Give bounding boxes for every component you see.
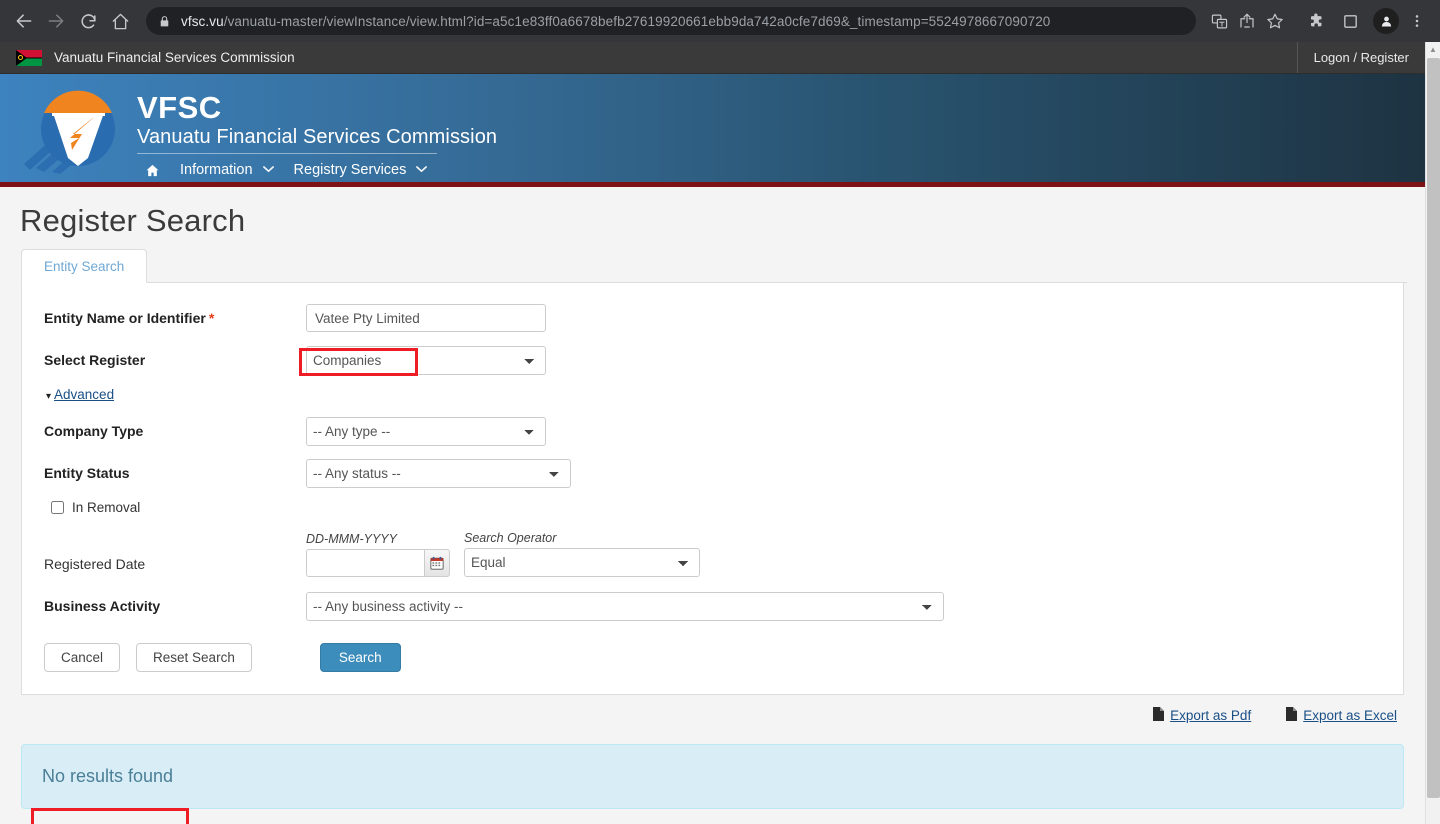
lock-icon bbox=[158, 15, 171, 28]
export-as-pdf-label: Export as Pdf bbox=[1170, 708, 1252, 723]
site-utility-bar: Vanuatu Financial Services Commission Lo… bbox=[0, 42, 1425, 74]
field-row-in-removal: In Removal bbox=[46, 500, 1381, 515]
select-register-label: Select Register bbox=[44, 352, 146, 368]
main-content: Register Search Entity Search Entity Nam… bbox=[0, 203, 1425, 809]
advanced-toggle[interactable]: ▾ Advanced bbox=[46, 387, 1381, 402]
url-path: /vanuatu-master/viewInstance/view.html?i… bbox=[223, 13, 1051, 29]
nav-registry-services[interactable]: Registry Services bbox=[286, 159, 436, 181]
vfsc-logo-icon[interactable] bbox=[22, 86, 127, 178]
field-row-business-activity: Business Activity -- Any business activi… bbox=[44, 591, 1381, 621]
field-row-entity-status: Entity Status -- Any status -- bbox=[44, 458, 1381, 488]
registered-date-input[interactable] bbox=[306, 549, 424, 577]
search-operator-dropdown[interactable]: Equal bbox=[464, 548, 700, 577]
nav-information[interactable]: Information bbox=[172, 159, 282, 181]
site-name: Vanuatu Financial Services Commission bbox=[54, 50, 295, 65]
entity-name-label-text: Entity Name or Identifier bbox=[44, 310, 206, 326]
entity-status-label: Entity Status bbox=[44, 465, 130, 481]
business-activity-dropdown[interactable]: -- Any business activity -- bbox=[306, 591, 944, 621]
address-bar[interactable]: vfsc.vu/vanuatu-master/viewInstance/view… bbox=[146, 7, 1196, 35]
export-as-excel-label: Export as Excel bbox=[1303, 708, 1397, 723]
export-as-excel-link[interactable]: Export as Excel bbox=[1285, 707, 1397, 724]
page-body: Vanuatu Financial Services Commission Lo… bbox=[0, 42, 1425, 824]
chevron-down-icon bbox=[262, 164, 274, 176]
registered-date-label: Registered Date bbox=[44, 556, 146, 572]
select-register-dropdown[interactable]: Companies bbox=[306, 345, 546, 375]
business-activity-label: Business Activity bbox=[44, 598, 161, 614]
caret-down-icon: ▾ bbox=[46, 391, 52, 402]
nav-home[interactable] bbox=[137, 160, 168, 181]
required-asterisk: * bbox=[208, 310, 215, 326]
cancel-button[interactable]: Cancel bbox=[44, 643, 121, 672]
entity-name-input[interactable] bbox=[306, 304, 546, 332]
advanced-link[interactable]: Advanced bbox=[54, 387, 114, 402]
field-row-select-register: Select Register Companies bbox=[44, 345, 1381, 375]
tab-bar: Entity Search bbox=[21, 249, 1407, 283]
site-identity: Vanuatu Financial Services Commission bbox=[0, 42, 1297, 73]
calendar-icon[interactable] bbox=[424, 549, 450, 577]
page-viewport: Vanuatu Financial Services Commission Lo… bbox=[0, 42, 1440, 824]
entity-status-dropdown[interactable]: -- Any status -- bbox=[306, 458, 571, 488]
document-icon bbox=[1152, 707, 1165, 724]
browser-toolbar: vfsc.vu/vanuatu-master/viewInstance/view… bbox=[0, 0, 1440, 42]
brand-block: VFSC Vanuatu Financial Services Commissi… bbox=[137, 86, 497, 181]
field-row-registered-date: Registered Date DD-MMM-YYYY Search Opera… bbox=[44, 531, 1381, 577]
company-type-dropdown[interactable]: -- Any type -- bbox=[306, 416, 546, 446]
three-dot-menu-icon[interactable] bbox=[1402, 6, 1432, 36]
site-banner: VFSC Vanuatu Financial Services Commissi… bbox=[0, 74, 1425, 187]
entity-name-label: Entity Name or Identifier * bbox=[44, 310, 306, 326]
field-row-company-type: Company Type -- Any type -- bbox=[44, 416, 1381, 446]
search-operator-block: Search Operator Equal bbox=[464, 531, 700, 577]
puzzle-piece-icon[interactable] bbox=[1302, 6, 1332, 36]
share-icon[interactable] bbox=[1234, 8, 1260, 34]
star-icon[interactable] bbox=[1262, 8, 1288, 34]
nav-registry-services-label: Registry Services bbox=[293, 162, 407, 178]
page-scrollbar[interactable]: ▲ bbox=[1425, 42, 1440, 824]
field-row-entity-name: Entity Name or Identifier * bbox=[44, 303, 1381, 333]
no-results-message: No results found bbox=[42, 766, 174, 786]
home-icon[interactable] bbox=[104, 5, 136, 37]
in-removal-label[interactable]: In Removal bbox=[72, 500, 140, 515]
brand-subtitle: Vanuatu Financial Services Commission bbox=[137, 126, 498, 148]
address-bar-url: vfsc.vu/vanuatu-master/viewInstance/view… bbox=[181, 14, 1050, 29]
search-form-panel: Entity Name or Identifier* Select Regist… bbox=[21, 283, 1404, 695]
no-results-banner: No results found bbox=[21, 744, 1404, 809]
nav-information-label: Information bbox=[180, 162, 253, 178]
form-actions: Cancel Reset Search Search bbox=[44, 643, 1381, 672]
page-title: Register Search bbox=[20, 203, 246, 238]
scrollbar-thumb[interactable] bbox=[1427, 58, 1440, 798]
search-operator-caption: Search Operator bbox=[464, 531, 557, 545]
logon-register-link[interactable]: Logon / Register bbox=[1296, 42, 1425, 73]
side-panel-icon[interactable] bbox=[1335, 6, 1365, 36]
scroll-up-arrow[interactable]: ▲ bbox=[1426, 42, 1440, 56]
export-as-pdf-link[interactable]: Export as Pdf bbox=[1152, 707, 1251, 724]
translate-icon[interactable] bbox=[1206, 8, 1232, 34]
vanuatu-flag-icon bbox=[16, 49, 42, 66]
company-type-label: Company Type bbox=[44, 423, 144, 439]
url-host: vfsc.vu bbox=[181, 13, 224, 29]
back-icon[interactable] bbox=[8, 5, 40, 37]
reset-search-button[interactable]: Reset Search bbox=[136, 643, 252, 672]
in-removal-checkbox[interactable] bbox=[51, 501, 64, 514]
user-avatar-icon[interactable] bbox=[1373, 8, 1399, 34]
brand-title: VFSC bbox=[137, 90, 222, 125]
main-navigation: Information Registry Services bbox=[137, 159, 497, 181]
forward-icon[interactable] bbox=[40, 5, 72, 37]
date-format-caption: DD-MMM-YYYY bbox=[306, 532, 397, 546]
export-links: Export as Pdf Export as Excel bbox=[18, 707, 1397, 724]
reload-icon[interactable] bbox=[72, 5, 104, 37]
document-icon bbox=[1285, 707, 1298, 724]
chevron-down-icon bbox=[416, 164, 428, 176]
tab-entity-search[interactable]: Entity Search bbox=[21, 249, 148, 283]
search-button[interactable]: Search bbox=[319, 643, 401, 672]
brand-divider bbox=[137, 153, 437, 154]
registered-date-block: DD-MMM-YYYY bbox=[306, 532, 450, 577]
annotation-no-results-highlight bbox=[31, 808, 189, 824]
